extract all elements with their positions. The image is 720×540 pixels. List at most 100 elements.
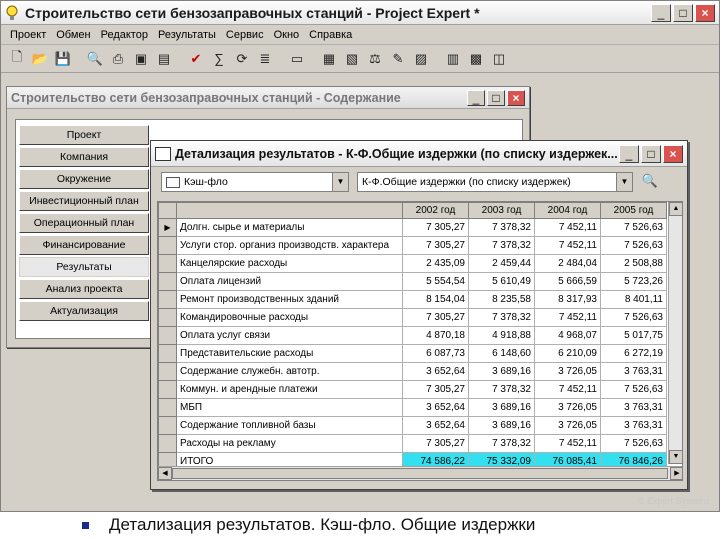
nav-environment[interactable]: Окружение <box>19 169 149 189</box>
nav-project-analysis[interactable]: Анализ проекта <box>19 279 149 299</box>
nav-results[interactable]: Результаты <box>19 257 149 277</box>
cell-value[interactable]: 4 918,88 <box>468 326 535 345</box>
cell-value[interactable]: 7 378,32 <box>468 236 535 255</box>
edit-report-icon[interactable]: ✎ <box>388 49 408 69</box>
scroll-right-icon[interactable]: ▶ <box>670 467 682 480</box>
row-header[interactable] <box>158 380 177 399</box>
cell-value[interactable]: 3 763,31 <box>600 398 667 417</box>
chart-icon[interactable]: ▨ <box>411 49 431 69</box>
scroll-left-icon[interactable]: ◀ <box>158 467 172 480</box>
minimize-button[interactable]: _ <box>651 3 671 22</box>
notes-icon[interactable]: ≣ <box>255 49 275 69</box>
cell-value[interactable]: 3 652,64 <box>402 416 469 435</box>
cell-value[interactable]: 3 689,16 <box>468 362 535 381</box>
table-icon[interactable]: ▦ <box>319 49 339 69</box>
row-header[interactable] <box>158 308 177 327</box>
row-header[interactable] <box>158 344 177 363</box>
cell-value[interactable]: 5 017,75 <box>600 326 667 345</box>
analysis-icon[interactable]: ▩ <box>466 49 486 69</box>
cell-value[interactable]: 5 610,49 <box>468 272 535 291</box>
table-row[interactable]: Услуги стор. организ производств. характ… <box>158 236 667 255</box>
cell-value[interactable]: 5 554,54 <box>402 272 469 291</box>
table-row[interactable]: Командировочные расходы 7 305,27 7 378,32 7… <box>158 308 667 327</box>
chevron-down-icon[interactable]: ▼ <box>616 173 632 191</box>
cell-value[interactable]: 7 452,11 <box>534 380 601 399</box>
content-maximize-button[interactable]: □ <box>487 89 505 106</box>
nav-operational-plan[interactable]: Операционный план <box>19 213 149 233</box>
cell-value[interactable]: 4 870,18 <box>402 326 469 345</box>
cell-value[interactable]: 7 452,11 <box>534 434 601 453</box>
preview-icon[interactable]: 🔍 <box>85 49 105 69</box>
print-icon[interactable]: ⎙ <box>108 49 128 69</box>
nav-financing[interactable]: Финансирование <box>19 235 149 255</box>
cell-value[interactable]: 3 763,31 <box>600 362 667 381</box>
cell-value[interactable]: 7 305,27 <box>402 236 469 255</box>
item-select[interactable]: К-Ф.Общие издержки (по списку издержек) … <box>357 172 633 192</box>
update-icon[interactable]: ◫ <box>489 49 509 69</box>
cell-value[interactable]: 3 652,64 <box>402 362 469 381</box>
content-close-button[interactable]: × <box>507 89 525 106</box>
calculate-icon[interactable]: ∑ <box>209 49 229 69</box>
close-button[interactable]: × <box>695 3 715 22</box>
cell-value[interactable]: 7 305,27 <box>402 380 469 399</box>
row-header[interactable] <box>158 272 177 291</box>
nav-investment-plan[interactable]: Инвестиционный план <box>19 191 149 211</box>
cell-value[interactable]: 7 526,63 <box>600 380 667 399</box>
cell-value[interactable]: 2 484,04 <box>534 254 601 273</box>
nav-company[interactable]: Компания <box>19 147 149 167</box>
nav-actualization[interactable]: Актуализация <box>19 301 149 321</box>
cell-value[interactable]: 6 272,19 <box>600 344 667 363</box>
column-header[interactable]: 2003 год <box>468 202 535 219</box>
window-icon[interactable]: ▭ <box>287 49 307 69</box>
nav-project[interactable]: Проект <box>19 125 149 145</box>
check-icon[interactable]: ✔ <box>186 49 206 69</box>
indicators-icon[interactable]: ▥ <box>443 49 463 69</box>
current-row-marker-icon[interactable]: ▶ <box>158 218 177 237</box>
horizontal-scrollbar[interactable]: ◀ ▶ <box>158 466 682 480</box>
refresh-icon[interactable]: ⟳ <box>232 49 252 69</box>
cell-value[interactable]: 6 210,09 <box>534 344 601 363</box>
save-icon[interactable]: 💾 <box>53 49 73 69</box>
scroll-up-icon[interactable]: ▲ <box>669 202 682 216</box>
row-header[interactable] <box>158 362 177 381</box>
column-header[interactable]: 2005 год <box>600 202 667 219</box>
cell-value[interactable]: 3 726,05 <box>534 416 601 435</box>
detail-maximize-button[interactable]: □ <box>641 144 661 163</box>
cell-value[interactable]: 5 723,26 <box>600 272 667 291</box>
cell-value[interactable]: 7 378,32 <box>468 380 535 399</box>
table-row[interactable]: Оплата лицензий 5 554,54 5 610,49 5 666,59 5… <box>158 272 667 291</box>
detail-close-button[interactable]: × <box>663 144 683 163</box>
row-header[interactable] <box>158 290 177 309</box>
table-row[interactable]: ▶ Долгн. сырье и материалы 7 305,27 7 378,3… <box>158 218 667 237</box>
table-row[interactable]: Представительские расходы 6 087,73 6 148,6… <box>158 344 667 363</box>
cell-value[interactable]: 3 652,64 <box>402 398 469 417</box>
cell-value[interactable]: 7 526,63 <box>600 236 667 255</box>
export-icon[interactable]: ▣ <box>131 49 151 69</box>
cell-value[interactable]: 8 154,04 <box>402 290 469 309</box>
table-row[interactable]: Ремонт производственных зданий 8 154,04 8 … <box>158 290 667 309</box>
table-row[interactable]: Канцелярские расходы 2 435,09 2 459,44 2 48… <box>158 254 667 273</box>
cell-value[interactable]: 3 726,05 <box>534 398 601 417</box>
new-file-icon[interactable]: 🗋 <box>7 49 27 69</box>
cell-value[interactable]: 2 435,09 <box>402 254 469 273</box>
report-select[interactable]: Кэш-фло ▼ <box>161 172 349 192</box>
cell-value[interactable]: 7 452,11 <box>534 308 601 327</box>
cell-value[interactable]: 7 526,63 <box>600 218 667 237</box>
cell-value[interactable]: 7 378,32 <box>468 434 535 453</box>
open-folder-icon[interactable]: 📂 <box>30 49 50 69</box>
chevron-down-icon[interactable]: ▼ <box>332 173 348 191</box>
table-row[interactable]: Коммун. и арендные платежи 7 305,27 7 378,… <box>158 380 667 399</box>
scroll-down-icon[interactable]: ▼ <box>669 450 682 464</box>
cell-value[interactable]: 3 689,16 <box>468 398 535 417</box>
cell-value[interactable]: 8 317,93 <box>534 290 601 309</box>
cashflow-icon[interactable]: ▧ <box>342 49 362 69</box>
report-icon[interactable]: ▤ <box>154 49 174 69</box>
table-row[interactable]: МБП 3 652,64 3 689,16 3 726,05 3 763,31 <box>158 398 667 417</box>
row-header[interactable] <box>158 236 177 255</box>
row-header[interactable] <box>158 434 177 453</box>
menu-help[interactable]: Справка <box>304 29 357 41</box>
table-row[interactable]: Расходы на рекламу 7 305,27 7 378,32 7 452,… <box>158 434 667 453</box>
vertical-scrollbar[interactable]: ▲ ▼ <box>668 202 682 464</box>
cell-value[interactable]: 3 689,16 <box>468 416 535 435</box>
menu-exchange[interactable]: Обмен <box>51 29 95 41</box>
